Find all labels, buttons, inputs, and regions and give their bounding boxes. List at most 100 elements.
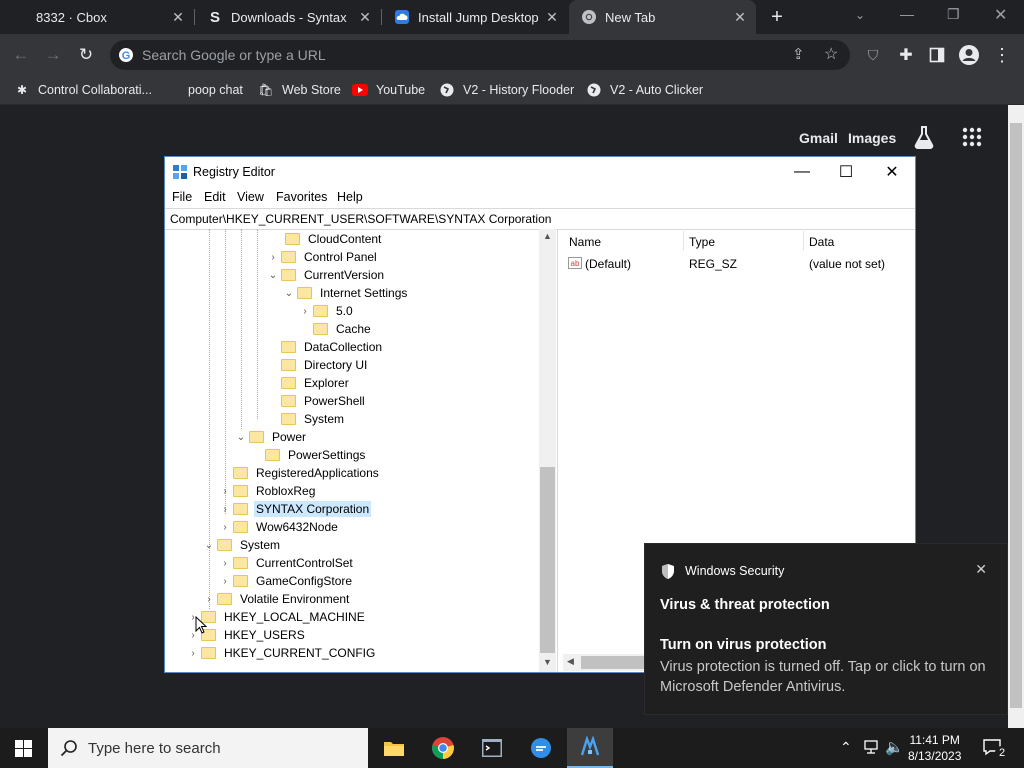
tab-cbox[interactable]: 8332 · Cbox ✕: [0, 0, 194, 34]
column-header-data[interactable]: Data: [809, 235, 834, 249]
bookmark-history-flooder[interactable]: V2 - History Flooder: [439, 81, 574, 99]
close-icon[interactable]: ✕: [730, 9, 750, 26]
bookmark-web-store[interactable]: 🛍 Web Store: [258, 81, 340, 99]
tree-node[interactable]: ⌄ Power: [233, 428, 308, 446]
scroll-down-icon[interactable]: ▼: [543, 657, 552, 667]
tree-node[interactable]: CloudContent: [269, 230, 383, 248]
menu-favorites[interactable]: Favorites: [276, 190, 327, 204]
tree-scrollbar-thumb[interactable]: [540, 467, 555, 653]
blue-app[interactable]: [518, 728, 564, 768]
scroll-left-icon[interactable]: ◀: [567, 656, 574, 667]
bookmark-youtube[interactable]: YouTube: [352, 81, 425, 99]
profile-avatar-icon[interactable]: [956, 42, 982, 68]
page-scrollbar-thumb[interactable]: [1010, 123, 1022, 708]
column-header-name[interactable]: Name: [569, 235, 601, 249]
chrome-app[interactable]: [420, 728, 466, 768]
tree-node[interactable]: ⌄ CurrentVersion: [265, 266, 386, 284]
menu-file[interactable]: File: [172, 190, 192, 204]
chevron-down-icon[interactable]: ⌄: [281, 288, 297, 299]
chevron-right-icon[interactable]: ›: [185, 648, 201, 659]
scroll-up-icon[interactable]: ▲: [543, 231, 552, 241]
chevron-right-icon[interactable]: ›: [265, 252, 281, 263]
minimize-icon[interactable]: —: [779, 157, 825, 187]
tab-new-tab[interactable]: New Tab ✕: [569, 0, 756, 34]
close-icon[interactable]: ✕: [542, 9, 562, 26]
chevron-down-icon[interactable]: ⌄: [201, 540, 217, 551]
extensions-puzzle-icon[interactable]: ✚: [893, 42, 919, 68]
bookmark-control-collaboration[interactable]: ✱ Control Collaborati...: [14, 81, 152, 99]
tree-node[interactable]: ⌄ System: [201, 536, 282, 554]
menu-edit[interactable]: Edit: [204, 190, 226, 204]
bookmark-poop-chat[interactable]: poop chat: [188, 81, 243, 99]
windows-security-notification[interactable]: Windows Security ✕ Virus & threat protec…: [644, 543, 1008, 715]
taskbar-search-box[interactable]: Type here to search: [48, 728, 368, 768]
system-clock[interactable]: 11:41 PM 8/13/2023: [908, 732, 961, 764]
page-scrollbar[interactable]: [1008, 105, 1024, 728]
back-arrow-icon[interactable]: ←: [8, 42, 34, 68]
tree-node[interactable]: System: [265, 410, 346, 428]
tree-node[interactable]: › HKEY_CURRENT_CONFIG: [185, 644, 377, 662]
tab-downloads-syntax[interactable]: S Downloads - Syntax ✕: [195, 0, 381, 34]
column-divider[interactable]: [683, 231, 684, 251]
chevron-right-icon[interactable]: ›: [217, 486, 233, 497]
menu-help[interactable]: Help: [337, 190, 363, 204]
tree-node[interactable]: Explorer: [265, 374, 351, 392]
tree-node[interactable]: › Wow6432Node: [217, 518, 340, 536]
new-tab-plus-icon[interactable]: +: [766, 6, 788, 28]
tree-node[interactable]: › HKEY_LOCAL_MACHINE: [185, 608, 367, 626]
labs-flask-icon[interactable]: [913, 125, 935, 152]
chevron-right-icon[interactable]: ›: [217, 558, 233, 569]
network-icon[interactable]: [862, 739, 880, 758]
horizontal-scrollbar-thumb[interactable]: [581, 656, 651, 669]
tree-node[interactable]: RegisteredApplications: [217, 464, 381, 482]
close-icon[interactable]: ✕: [168, 9, 188, 26]
ublock-shield-icon[interactable]: ⛉: [860, 42, 886, 68]
restore-icon[interactable]: ❐: [947, 6, 960, 23]
chevron-down-icon[interactable]: ⌄: [265, 270, 281, 281]
chevron-right-icon[interactable]: ›: [297, 306, 313, 317]
terminal-app[interactable]: [469, 728, 515, 768]
chevron-right-icon[interactable]: ›: [217, 504, 233, 515]
bookmark-auto-clicker[interactable]: V2 - Auto Clicker: [586, 81, 703, 99]
minimize-icon[interactable]: —: [900, 6, 914, 22]
bookmark-star-icon[interactable]: ☆: [824, 44, 838, 64]
tree-node[interactable]: › Volatile Environment: [201, 590, 351, 608]
side-panel-icon[interactable]: [924, 42, 950, 68]
reload-icon[interactable]: ↻: [73, 42, 99, 68]
tree-node[interactable]: DataCollection: [265, 338, 384, 356]
gmail-link[interactable]: Gmail: [799, 130, 838, 146]
close-icon[interactable]: ✕: [355, 9, 375, 26]
tree-node[interactable]: PowerShell: [265, 392, 367, 410]
tree-node[interactable]: ⌄ Internet Settings: [281, 284, 409, 302]
address-bar[interactable]: Computer\HKEY_CURRENT_USER\SOFTWARE\SYNT…: [165, 208, 915, 230]
registry-editor-app[interactable]: [567, 728, 613, 768]
kebab-menu-icon[interactable]: ⋮: [989, 42, 1015, 68]
close-icon[interactable]: ✕: [869, 157, 915, 187]
tab-install-jump-desktop[interactable]: Install Jump Desktop C ✕: [382, 0, 568, 34]
column-header-type[interactable]: Type: [689, 235, 715, 249]
images-link[interactable]: Images: [848, 130, 896, 146]
tab-search-chevron-icon[interactable]: ⌄: [855, 8, 865, 22]
close-window-icon[interactable]: ✕: [994, 5, 1007, 25]
chevron-right-icon[interactable]: ›: [217, 576, 233, 587]
omnibox[interactable]: G Search Google or type a URL ⇪ ☆: [110, 40, 850, 70]
column-divider[interactable]: [803, 231, 804, 251]
chevron-right-icon[interactable]: ›: [201, 594, 217, 605]
chevron-up-icon[interactable]: ⌃: [840, 739, 852, 756]
maximize-icon[interactable]: ☐: [823, 157, 869, 187]
tree-node[interactable]: › GameConfigStore: [217, 572, 354, 590]
chevron-down-icon[interactable]: ⌄: [233, 432, 249, 443]
tree-node[interactable]: › CurrentControlSet: [217, 554, 355, 572]
volume-icon[interactable]: 🔈: [885, 738, 904, 756]
tree-node[interactable]: › RobloxReg: [217, 482, 317, 500]
chevron-right-icon[interactable]: ›: [217, 522, 233, 533]
close-icon[interactable]: ✕: [975, 561, 987, 578]
windows-start-icon[interactable]: [15, 740, 32, 760]
menu-view[interactable]: View: [237, 190, 264, 204]
tree-node[interactable]: Cache: [297, 320, 373, 338]
apps-grid-icon[interactable]: [962, 127, 982, 150]
tree-node[interactable]: PowerSettings: [249, 446, 367, 464]
share-icon[interactable]: ⇪: [792, 45, 805, 63]
tree-node[interactable]: Directory UI: [265, 356, 369, 374]
tree-node-selected[interactable]: › SYNTAX Corporation: [217, 500, 372, 518]
